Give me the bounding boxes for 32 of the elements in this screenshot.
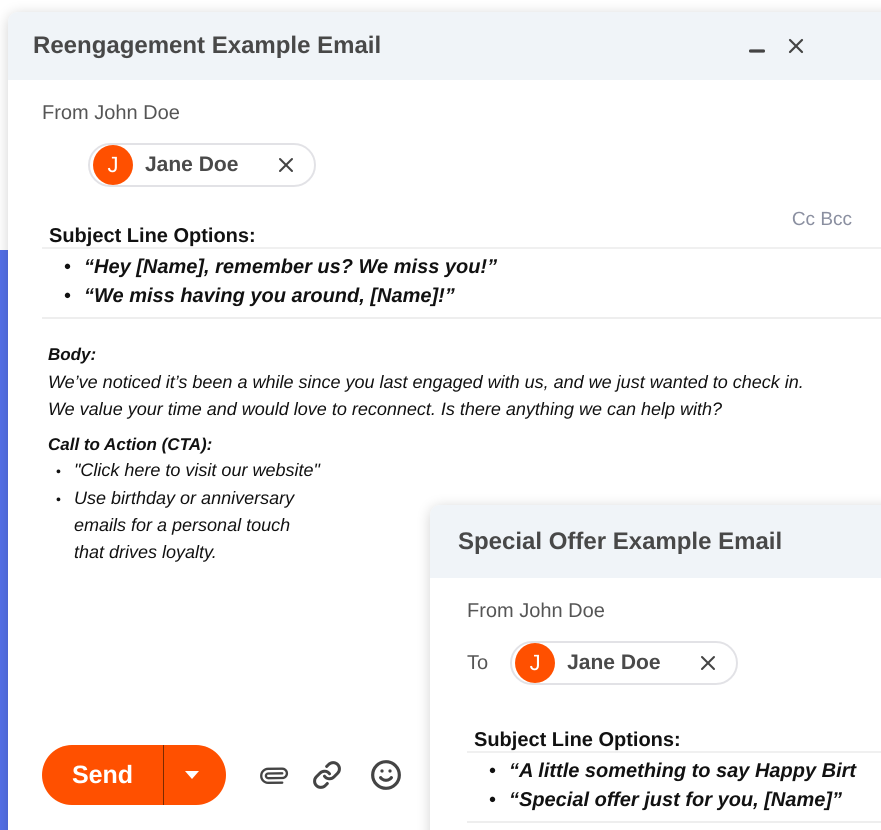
smiley-icon[interactable] <box>370 759 402 791</box>
send-options-button[interactable] <box>164 745 226 805</box>
bullet: • <box>64 284 72 309</box>
to-label: To <box>467 652 488 674</box>
from-line: From John Doe <box>467 600 606 623</box>
bullet: • <box>64 255 72 280</box>
subject-option: “A little something to say Happy Birt <box>509 757 860 786</box>
cta-item: Use birthday or anniversary emails for a personal touch that drives loyalty. <box>74 487 296 564</box>
bullet: • <box>489 788 498 813</box>
caret-icon <box>185 771 199 779</box>
recipient-name: Jane Doe <box>567 651 662 675</box>
recipient-name: Jane Doe <box>145 153 240 177</box>
avatar: J <box>515 643 556 683</box>
bullet: • <box>489 759 498 784</box>
cta-heading: Call to Action (CTA): <box>48 435 214 455</box>
recipient-chip[interactable]: J Jane Doe <box>88 143 316 187</box>
avatar: J <box>93 145 133 185</box>
from-line: From John Doe <box>42 102 181 125</box>
subject-option: “We miss having you around, [Name]!” <box>84 282 458 311</box>
body-heading: Body: <box>48 345 98 365</box>
subject-heading: Subject Line Options: <box>474 729 682 751</box>
window-title: Special Offer Example Email <box>458 528 784 556</box>
body-text: We’ve noticed it’s been a while since you last engaged with us, and we just wanted to check in. We value your time and would love to reconnect. Is there anything we can help with? <box>48 371 805 421</box>
subject-heading: Subject Line Options: <box>49 225 257 247</box>
bullet: • <box>56 462 62 481</box>
bullet: • <box>56 490 62 509</box>
cta-item: "Click here to visit our website" <box>74 459 322 482</box>
subject-option: “Special offer just for you, [Name]” <box>509 786 846 815</box>
link-icon[interactable] <box>312 760 342 790</box>
subject-option: “Hey [Name], remember us? We miss you!” <box>84 253 500 282</box>
window-title: Reengagement Example Email <box>33 32 382 60</box>
recipient-chip[interactable]: J Jane Doe <box>510 641 738 685</box>
